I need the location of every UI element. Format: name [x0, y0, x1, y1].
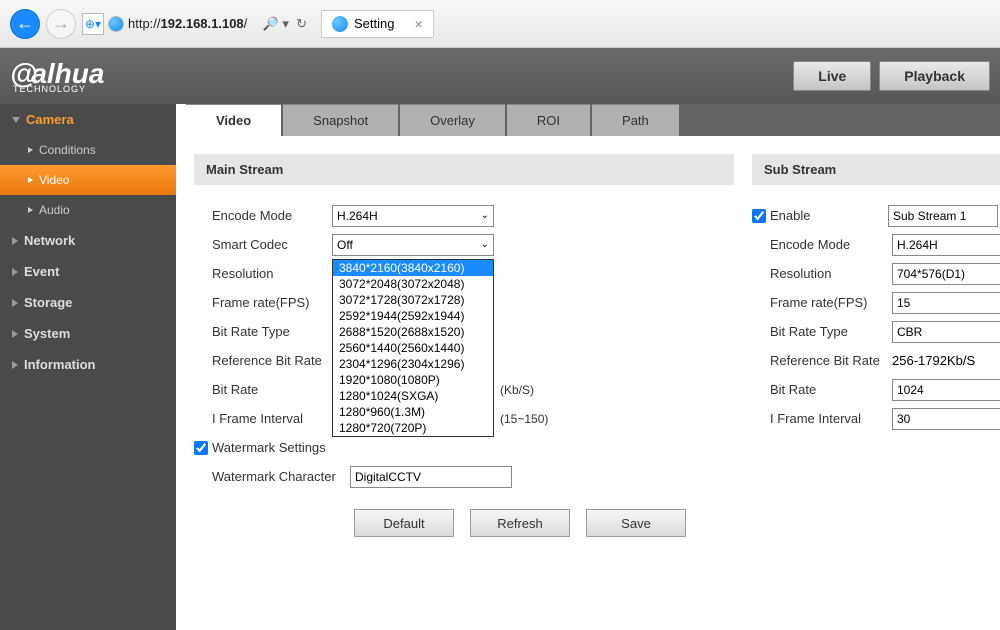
chevron-down-icon: ⌄ — [481, 239, 489, 250]
smart-codec-label: Smart Codec — [212, 237, 332, 252]
resolution-option[interactable]: 1280*720(720P) — [333, 420, 493, 436]
sub-bit-rate-label: Bit Rate — [770, 382, 892, 397]
forward-button[interactable]: → — [46, 9, 76, 39]
bit-rate-unit: (Kb/S) — [500, 383, 534, 397]
default-button[interactable]: Default — [354, 509, 454, 537]
tab-video[interactable]: Video — [186, 104, 281, 136]
live-button[interactable]: Live — [793, 61, 871, 91]
resolution-option[interactable]: 2560*1440(2560x1440) — [333, 340, 493, 356]
resolution-option[interactable]: 3072*2048(3072x2048) — [333, 276, 493, 292]
sub-resolution-select[interactable]: 704*576(D1) — [892, 263, 1000, 285]
resolution-option[interactable]: 3840*2160(3840x2160) — [333, 260, 493, 276]
ie-icon — [108, 16, 124, 32]
search-refresh-icons[interactable]: 🔎 ▾ ↻ — [255, 16, 307, 32]
browser-toolbar: ← → ⊕▾ http://192.168.1.108/ 🔎 ▾ ↻ Setti… — [0, 0, 1000, 48]
sidebar-item-audio[interactable]: Audio — [0, 195, 176, 225]
save-button[interactable]: Save — [586, 509, 686, 537]
sub-encode-mode-label: Encode Mode — [770, 237, 892, 252]
i-frame-label: I Frame Interval — [212, 411, 332, 426]
sub-frame-rate-label: Frame rate(FPS) — [770, 295, 892, 310]
url-text: http://192.168.1.108/ — [128, 16, 247, 31]
sidebar-item-conditions[interactable]: Conditions — [0, 135, 176, 165]
dropdown-icon[interactable]: ⊕▾ — [82, 13, 104, 35]
tab-path[interactable]: Path — [592, 104, 679, 136]
enable-label: Enable — [770, 208, 888, 223]
refresh-button[interactable]: Refresh — [470, 509, 570, 537]
sub-bit-rate-type-label: Bit Rate Type — [770, 324, 892, 339]
sub-ref-bit-rate-label: Reference Bit Rate — [770, 353, 892, 368]
app-header: @alhua TECHNOLOGY Live Playback — [0, 48, 1000, 104]
sub-i-frame-label: I Frame Interval — [770, 411, 892, 426]
watermark-input[interactable] — [350, 466, 512, 488]
i-frame-unit: (15~150) — [500, 412, 548, 426]
watermark-char-label: Watermark Character — [212, 469, 350, 484]
encode-mode-label: Encode Mode — [212, 208, 332, 223]
sub-bit-rate-select[interactable]: 1024 — [892, 379, 1000, 401]
sidebar-item-camera[interactable]: Camera — [0, 104, 176, 135]
ref-bit-rate-label: Reference Bit Rate — [212, 353, 332, 368]
bit-rate-label: Bit Rate — [212, 382, 332, 397]
address-bar[interactable]: ⊕▾ http://192.168.1.108/ 🔎 ▾ ↻ — [82, 10, 307, 38]
watermark-checkbox[interactable] — [194, 441, 208, 455]
watermark-settings-label: Watermark Settings — [212, 440, 326, 455]
logo: @alhua TECHNOLOGY — [10, 58, 104, 94]
sub-i-frame-input[interactable] — [892, 408, 1000, 430]
resolution-option[interactable]: 2688*1520(2688x1520) — [333, 324, 493, 340]
substream-enable-checkbox[interactable] — [752, 209, 766, 223]
sidebar-item-video[interactable]: Video — [0, 165, 176, 195]
sub-bit-rate-type-select[interactable]: CBR — [892, 321, 1000, 343]
tab-snapshot[interactable]: Snapshot — [283, 104, 398, 136]
tab-title: Setting — [354, 16, 394, 31]
sub-stream-title: Sub Stream — [752, 154, 1000, 185]
content-tabs: Video Snapshot Overlay ROI Path — [186, 104, 1000, 136]
substream-select[interactable]: Sub Stream 1 — [888, 205, 998, 227]
resolution-option[interactable]: 3072*1728(3072x1728) — [333, 292, 493, 308]
tab-overlay[interactable]: Overlay — [400, 104, 505, 136]
resolution-option[interactable]: 2592*1944(2592x1944) — [333, 308, 493, 324]
sidebar-item-network[interactable]: Network — [0, 225, 176, 256]
resolution-dropdown-list[interactable]: 3840*2160(3840x2160) 3072*2048(3072x2048… — [332, 259, 494, 437]
chevron-down-icon: ⌄ — [481, 210, 489, 221]
tab-close-icon[interactable]: × — [414, 16, 422, 32]
sidebar: Camera Conditions Video Audio Network Ev… — [0, 104, 176, 630]
smart-codec-select[interactable]: Off⌄ — [332, 234, 494, 256]
resolution-option[interactable]: 1280*1024(SXGA) — [333, 388, 493, 404]
sidebar-item-information[interactable]: Information — [0, 349, 176, 380]
bit-rate-type-label: Bit Rate Type — [212, 324, 332, 339]
resolution-label: Resolution — [212, 266, 332, 281]
browser-tab[interactable]: Setting × — [321, 10, 434, 38]
encode-mode-select[interactable]: H.264H⌄ — [332, 205, 494, 227]
tab-roi[interactable]: ROI — [507, 104, 590, 136]
back-button[interactable]: ← — [10, 9, 40, 39]
sidebar-item-event[interactable]: Event — [0, 256, 176, 287]
resolution-option[interactable]: 1280*960(1.3M) — [333, 404, 493, 420]
main-stream-title: Main Stream — [194, 154, 734, 185]
sub-ref-bit-rate-value: 256-1792Kb/S — [892, 353, 975, 368]
sub-encode-mode-select[interactable]: H.264H — [892, 234, 1000, 256]
sidebar-item-storage[interactable]: Storage — [0, 287, 176, 318]
sub-frame-rate-select[interactable]: 15 — [892, 292, 1000, 314]
resolution-option[interactable]: 1920*1080(1080P) — [333, 372, 493, 388]
playback-button[interactable]: Playback — [879, 61, 990, 91]
tab-favicon — [332, 16, 348, 32]
resolution-option[interactable]: 2304*1296(2304x1296) — [333, 356, 493, 372]
sub-resolution-label: Resolution — [770, 266, 892, 281]
sidebar-item-system[interactable]: System — [0, 318, 176, 349]
frame-rate-label: Frame rate(FPS) — [212, 295, 332, 310]
